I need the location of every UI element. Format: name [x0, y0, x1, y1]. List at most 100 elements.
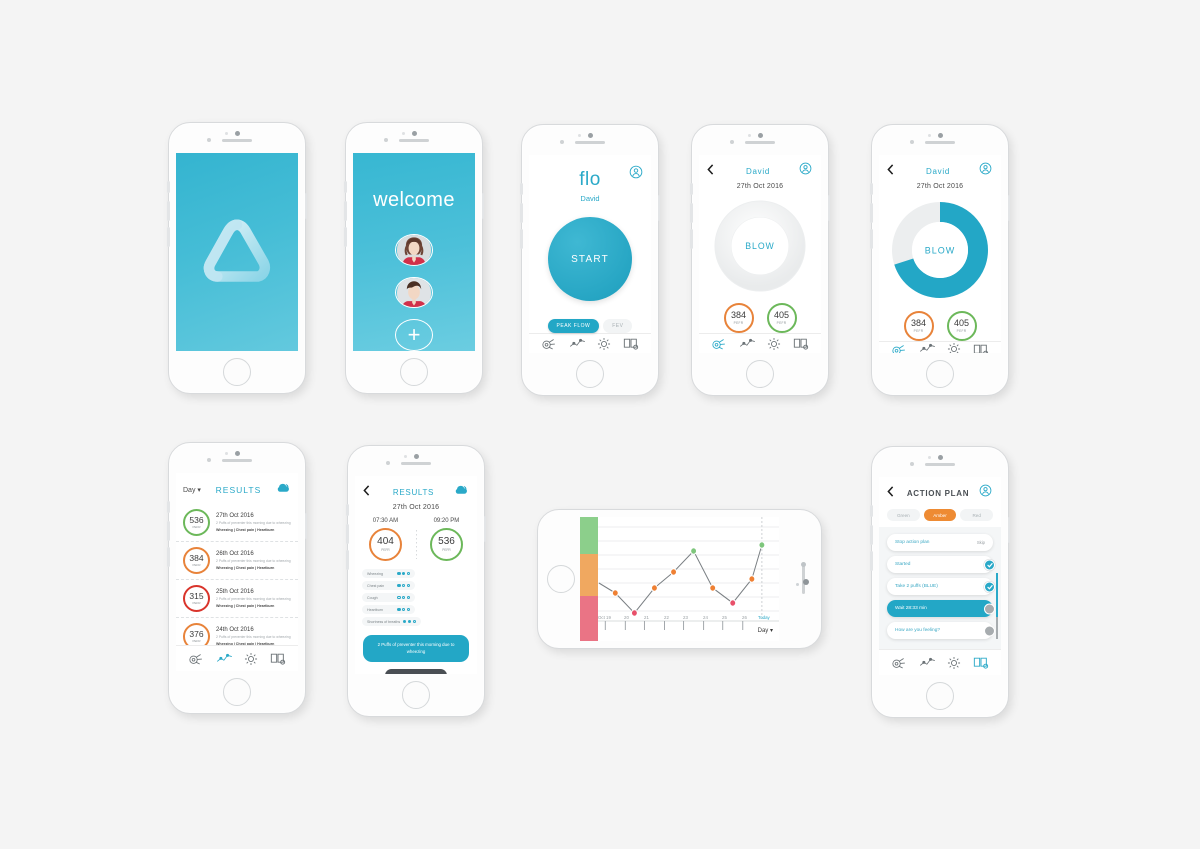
nav-blow-device-icon[interactable] — [711, 337, 727, 350]
tab-red[interactable]: Red — [960, 509, 994, 521]
flo-triangle-logo — [203, 219, 271, 282]
step-how-are-you-feeling[interactable]: How are you feeling? — [887, 622, 995, 639]
home-button[interactable] — [746, 360, 774, 388]
data-point — [748, 575, 756, 583]
blow-header: David — [699, 155, 821, 180]
table-row[interactable]: 536 PEFR 27th Oct 2016 2 Puffs of preven… — [176, 504, 298, 542]
symptom-wheezing[interactable]: Wheezing — [362, 569, 415, 578]
symptom-heartburn[interactable]: Heartburn — [362, 605, 415, 614]
cloud-sync-icon[interactable] — [276, 481, 291, 499]
symptom-shortness-of-breath[interactable]: Shortness of breaths — [362, 617, 421, 626]
blow-ring-wrapper[interactable]: BLOW — [879, 200, 1001, 300]
back-chevron-icon[interactable] — [887, 484, 897, 502]
nav-trend-chart-icon[interactable] — [569, 338, 586, 350]
nav-gear-settings-icon[interactable] — [597, 337, 611, 351]
start-button[interactable]: START — [548, 217, 632, 301]
value-number: 384 — [730, 310, 747, 320]
proximity-sensor — [910, 462, 914, 466]
phone-welcome: welcome + — [344, 122, 484, 394]
nav-action-plan-book-icon[interactable] — [623, 337, 639, 350]
back-chevron-icon[interactable] — [887, 162, 897, 180]
table-row[interactable]: 315 PEFR 25th Oct 2016 2 Puffs of preven… — [176, 580, 298, 618]
nav-action-plan-book-icon[interactable] — [270, 652, 286, 665]
home-button[interactable] — [400, 358, 428, 386]
phone-button-volume-down — [344, 227, 347, 247]
nav-blow-device-icon[interactable] — [541, 337, 557, 350]
symptom-chest-pain[interactable]: Chest pain — [362, 581, 415, 590]
nav-action-plan-book-icon[interactable] — [973, 656, 989, 669]
nav-blow-device-icon[interactable] — [188, 652, 204, 665]
back-chevron-icon[interactable] — [707, 162, 717, 180]
proximity-sensor — [803, 579, 809, 585]
nav-trend-chart-icon[interactable] — [919, 657, 936, 669]
nav-gear-settings-icon[interactable] — [947, 656, 961, 670]
value-circle-personal-best: 384 PEFR — [723, 303, 754, 333]
phone-button-power — [1007, 195, 1010, 221]
phone-button-mute — [344, 181, 347, 193]
nav-action-plan-book-icon[interactable] — [973, 343, 989, 353]
nav-gear-settings-icon[interactable] — [947, 342, 961, 353]
phone-button-power — [481, 193, 484, 219]
nav-trend-chart-icon[interactable] — [919, 343, 936, 353]
symptom-cough[interactable]: Cough — [362, 593, 415, 602]
nav-trend-chart-icon[interactable] — [739, 338, 756, 350]
edit-button[interactable]: EDIT — [385, 669, 447, 674]
nav-blow-device-icon[interactable] — [891, 656, 907, 669]
cloud-sync-icon[interactable] — [454, 483, 469, 501]
home-button[interactable] — [402, 681, 430, 709]
account-icon[interactable] — [629, 165, 643, 184]
nav-gear-settings-icon[interactable] — [767, 337, 781, 351]
nav-trend-chart-icon[interactable] — [216, 653, 233, 665]
chart-day-selector[interactable]: Day ▾ — [758, 627, 773, 634]
proximity-sensor — [384, 138, 388, 142]
tab-amber[interactable]: Amber — [923, 509, 957, 521]
nav-action-plan-book-icon[interactable] — [793, 337, 809, 350]
day-selector[interactable]: Day ▾ — [183, 486, 201, 494]
sensor-dot — [928, 134, 931, 137]
account-icon[interactable] — [979, 162, 993, 180]
profile-avatar-male[interactable] — [395, 276, 433, 309]
blow-date: 27th Oct 2016 — [736, 183, 784, 190]
result-text: 25th Oct 2016 2 Puffs of preventer this … — [216, 589, 291, 608]
screen-blow-empty: David 27th Oct 2016 BLOW 384 PEFR 405 PE… — [699, 155, 821, 353]
mode-fev[interactable]: FEV — [603, 319, 633, 333]
phone-button-volume-up — [167, 521, 170, 541]
home-button[interactable] — [223, 358, 251, 386]
chart-day-selector-label: Day — [757, 628, 769, 634]
result-unit: PEFR — [192, 563, 201, 568]
add-profile-button[interactable]: + — [395, 319, 433, 351]
profile-avatar-female[interactable] — [395, 234, 433, 266]
mode-peak-flow[interactable]: PEAK FLOW — [547, 319, 600, 333]
nav-gear-settings-icon[interactable] — [244, 652, 258, 666]
home-button[interactable] — [576, 360, 604, 388]
result-text: 27th Oct 2016 2 Puffs of preventer this … — [216, 513, 291, 532]
proximity-sensor — [910, 140, 914, 144]
home-button[interactable] — [926, 682, 954, 710]
result-value: 536 — [189, 514, 204, 525]
sensor-dot — [225, 132, 228, 135]
step-stop-action-plan[interactable]: Stop action plan Skip — [887, 534, 993, 551]
home-button[interactable] — [223, 678, 251, 706]
blow-progress-ring-empty: BLOW — [714, 200, 806, 292]
action-plan-body: ACTION PLAN Green Amber Red Stop action … — [879, 477, 1001, 649]
tab-green[interactable]: Green — [887, 509, 920, 521]
home-button[interactable] — [547, 565, 575, 593]
medication-note-card[interactable]: 2 Puffs of preventer this morning due to… — [363, 635, 469, 663]
phone-button-power — [657, 195, 660, 221]
skip-button[interactable]: Skip — [977, 540, 985, 545]
table-row[interactable]: 376 PEFR 24th Oct 2016 2 Puffs of preven… — [176, 618, 298, 645]
blow-ring-wrapper[interactable]: BLOW — [699, 200, 821, 292]
measurement-mode-toggle: PEAK FLOW FEV — [529, 319, 651, 333]
step-started[interactable]: Started — [887, 556, 995, 573]
bottom-nav — [699, 333, 821, 353]
screen-blow-active: David 27th Oct 2016 BLOW 384 PEFR 405 PE… — [879, 155, 1001, 353]
screen-results-list: Day ▾ RESULTS 536 PEFR 27th Oct 2016 2 P… — [176, 473, 298, 671]
account-icon[interactable] — [979, 484, 993, 502]
account-icon[interactable] — [799, 162, 813, 180]
home-button[interactable] — [926, 360, 954, 388]
step-take-2-puffs[interactable]: Take 2 puffs (BLUE) — [887, 578, 995, 595]
back-chevron-icon[interactable] — [363, 483, 373, 501]
step-wait-timer[interactable]: Wait 28:33 min — [887, 600, 995, 617]
nav-blow-device-icon[interactable] — [891, 343, 907, 353]
table-row[interactable]: 384 PEFR 26th Oct 2016 2 Puffs of preven… — [176, 542, 298, 580]
